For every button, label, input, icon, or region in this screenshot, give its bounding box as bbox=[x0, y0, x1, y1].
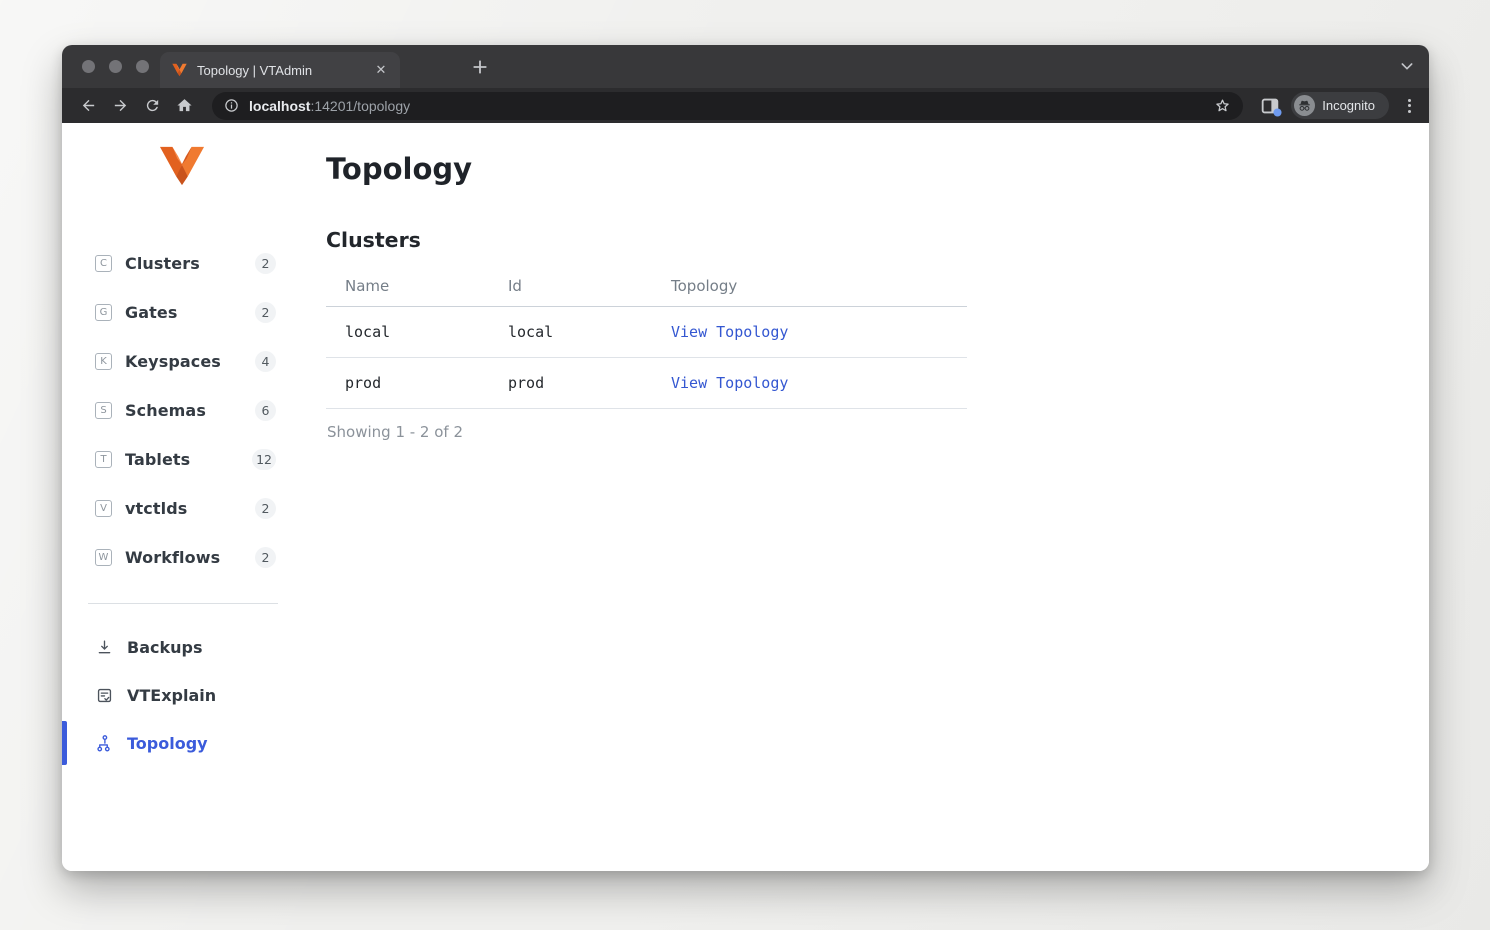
cluster-name-cell: local bbox=[326, 307, 489, 358]
url-text: localhost:14201/topology bbox=[249, 98, 410, 114]
count-badge: 2 bbox=[255, 253, 276, 274]
download-icon bbox=[95, 638, 114, 657]
forward-button[interactable] bbox=[107, 93, 133, 119]
view-topology-link[interactable]: View Topology bbox=[671, 323, 788, 341]
tab-title: Topology | VTAdmin bbox=[197, 63, 364, 78]
clusters-table: Name Id Topology local local View Topolo… bbox=[326, 277, 967, 409]
address-bar[interactable]: localhost:14201/topology bbox=[212, 92, 1243, 120]
gates-letter-icon: G bbox=[95, 304, 112, 321]
sidebar-item-schemas[interactable]: S Schemas 6 bbox=[62, 396, 310, 424]
url-host: localhost bbox=[249, 98, 310, 114]
tab-strip: Topology | VTAdmin ✕ bbox=[62, 45, 1429, 88]
sidebar-item-label: Schemas bbox=[125, 401, 206, 420]
vtctlds-letter-icon: V bbox=[95, 500, 112, 517]
cluster-id-cell: local bbox=[489, 307, 652, 358]
sidebar-item-label: vtctlds bbox=[125, 499, 187, 518]
cluster-id-cell: prod bbox=[489, 358, 652, 409]
sidebar-item-label: Clusters bbox=[125, 254, 200, 273]
zoom-window-button[interactable] bbox=[136, 60, 149, 73]
sidebar-item-keyspaces[interactable]: K Keyspaces 4 bbox=[62, 347, 310, 375]
active-indicator bbox=[62, 721, 67, 765]
column-header-id: Id bbox=[489, 277, 652, 307]
count-badge: 2 bbox=[255, 302, 276, 323]
sidebar-item-gates[interactable]: G Gates 2 bbox=[62, 298, 310, 326]
vitess-favicon bbox=[172, 63, 187, 77]
sidebar-tools: Backups VTExplain bbox=[62, 633, 310, 757]
reload-button[interactable] bbox=[139, 93, 165, 119]
minimize-window-button[interactable] bbox=[109, 60, 122, 73]
count-badge: 12 bbox=[252, 449, 276, 470]
sidebar-item-label: VTExplain bbox=[127, 686, 216, 705]
sidebar-item-label: Workflows bbox=[125, 548, 220, 567]
table-row: local local View Topology bbox=[326, 307, 967, 358]
home-button[interactable] bbox=[171, 93, 197, 119]
sidebar-item-vtexplain[interactable]: VTExplain bbox=[62, 681, 310, 709]
side-panel-blue-dot bbox=[1273, 108, 1282, 117]
clusters-letter-icon: C bbox=[95, 255, 112, 272]
page-title: Topology bbox=[326, 152, 1429, 186]
close-window-button[interactable] bbox=[82, 60, 95, 73]
cluster-topology-cell: View Topology bbox=[652, 358, 967, 409]
sidebar-item-label: Backups bbox=[127, 638, 202, 657]
sidebar: C Clusters 2 G Gates 2 K Keyspaces 4 bbox=[62, 123, 310, 871]
sidebar-item-workflows[interactable]: W Workflows 2 bbox=[62, 543, 310, 571]
pagination-status: Showing 1 - 2 of 2 bbox=[327, 423, 1429, 441]
sidebar-item-topology[interactable]: Topology bbox=[62, 729, 310, 757]
incognito-label: Incognito bbox=[1322, 98, 1375, 113]
topology-icon bbox=[95, 734, 114, 753]
side-panel-button[interactable] bbox=[1259, 95, 1281, 117]
page-content: C Clusters 2 G Gates 2 K Keyspaces 4 bbox=[62, 123, 1429, 871]
browser-window: Topology | VTAdmin ✕ bbox=[62, 45, 1429, 871]
incognito-badge: Incognito bbox=[1291, 92, 1389, 119]
count-badge: 4 bbox=[255, 351, 276, 372]
tab-search-chevron-icon[interactable] bbox=[1399, 58, 1415, 74]
back-button[interactable] bbox=[75, 93, 101, 119]
main-content: Topology Clusters Name Id Topology local bbox=[310, 123, 1429, 871]
tab-close-icon[interactable]: ✕ bbox=[372, 61, 390, 79]
cluster-topology-cell: View Topology bbox=[652, 307, 967, 358]
browser-tab[interactable]: Topology | VTAdmin ✕ bbox=[160, 52, 400, 88]
sidebar-item-label: Gates bbox=[125, 303, 177, 322]
view-topology-link[interactable]: View Topology bbox=[671, 374, 788, 392]
tablets-letter-icon: T bbox=[95, 451, 112, 468]
sidebar-divider bbox=[88, 603, 278, 604]
clusters-section-title: Clusters bbox=[326, 228, 1429, 252]
sidebar-item-label: Tablets bbox=[125, 450, 190, 469]
new-tab-button[interactable] bbox=[469, 56, 491, 78]
document-check-icon bbox=[95, 686, 114, 705]
column-header-topology: Topology bbox=[652, 277, 967, 307]
browser-toolbar: localhost:14201/topology bbox=[62, 88, 1429, 123]
incognito-icon bbox=[1294, 95, 1315, 116]
table-row: prod prod View Topology bbox=[326, 358, 967, 409]
keyspaces-letter-icon: K bbox=[95, 353, 112, 370]
sidebar-item-tablets[interactable]: T Tablets 12 bbox=[62, 445, 310, 473]
browser-menu-button[interactable] bbox=[1401, 96, 1417, 116]
count-badge: 2 bbox=[255, 547, 276, 568]
bookmark-star-icon[interactable] bbox=[1214, 97, 1231, 114]
vitess-logo[interactable] bbox=[159, 145, 205, 187]
count-badge: 6 bbox=[255, 400, 276, 421]
sidebar-item-label: Topology bbox=[127, 734, 208, 753]
table-header-row: Name Id Topology bbox=[326, 277, 967, 307]
column-header-name: Name bbox=[326, 277, 489, 307]
url-path: :14201/topology bbox=[310, 98, 410, 114]
workflows-letter-icon: W bbox=[95, 549, 112, 566]
count-badge: 2 bbox=[255, 498, 276, 519]
cluster-name-cell: prod bbox=[326, 358, 489, 409]
sidebar-item-vtctlds[interactable]: V vtctlds 2 bbox=[62, 494, 310, 522]
sidebar-item-label: Keyspaces bbox=[125, 352, 221, 371]
sidebar-nav: C Clusters 2 G Gates 2 K Keyspaces 4 bbox=[62, 249, 310, 571]
sidebar-item-clusters[interactable]: C Clusters 2 bbox=[62, 249, 310, 277]
schemas-letter-icon: S bbox=[95, 402, 112, 419]
site-info-icon[interactable] bbox=[224, 98, 239, 113]
window-controls bbox=[82, 60, 149, 73]
sidebar-item-backups[interactable]: Backups bbox=[62, 633, 310, 661]
